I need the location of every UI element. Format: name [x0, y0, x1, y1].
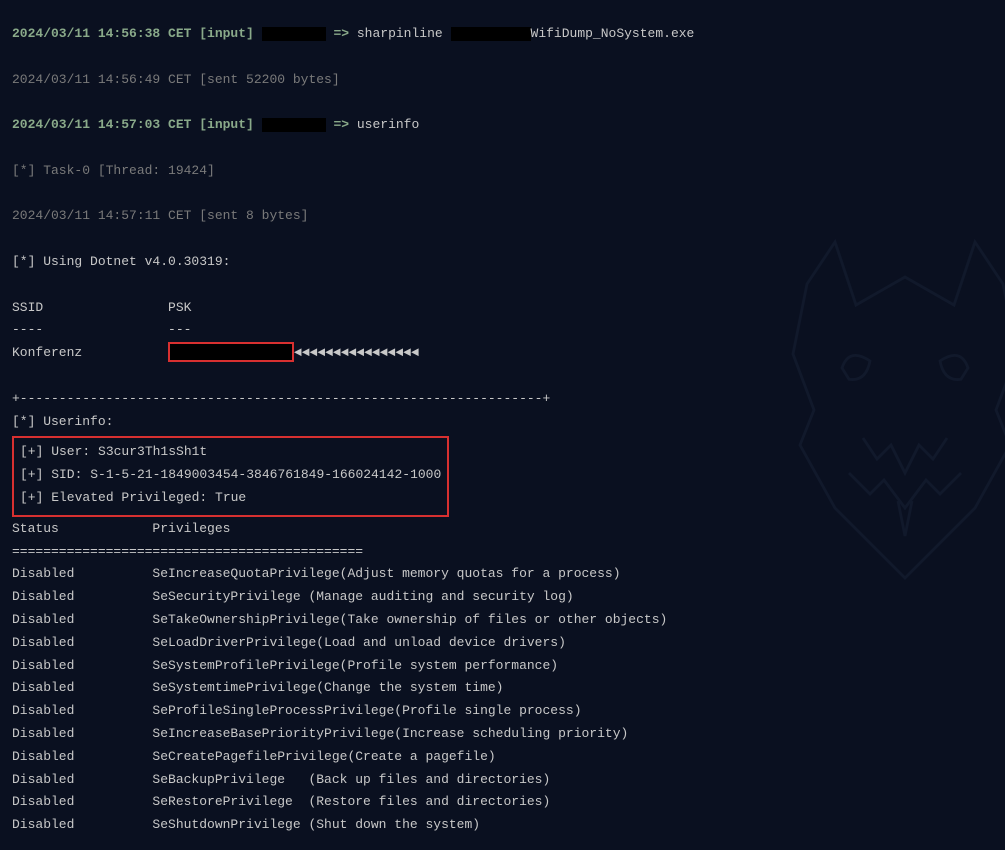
privileges-list: Disabled SeIncreaseQuotaPrivilege(Adjust…	[12, 564, 993, 836]
privilege-row: Disabled SeBackupPrivilege (Back up file…	[12, 770, 993, 791]
privilege-row: Disabled SeShutdownPrivilege (Shut down …	[12, 815, 993, 836]
redacted-box	[262, 27, 326, 41]
redacted-box	[451, 27, 531, 41]
sent-line-2: 2024/03/11 14:57:11 CET [sent 8 bytes]	[12, 206, 993, 227]
task-thread-line: [*] Task-0 [Thread: 19424]	[12, 161, 993, 182]
privilege-row: Disabled SeTakeOwnershipPrivilege(Take o…	[12, 610, 993, 631]
input-line-1: 2024/03/11 14:56:38 CET [input] => sharp…	[12, 24, 993, 45]
privilege-row: Disabled SeCreatePagefilePrivilege(Creat…	[12, 747, 993, 768]
privilege-row: Disabled SeLoadDriverPrivilege(Load and …	[12, 633, 993, 654]
highlight-pointer-icon: ◄◄◄◄◄◄◄◄◄◄◄◄◄◄◄◄	[294, 345, 419, 360]
arrow: =>	[326, 117, 357, 132]
spacer	[12, 92, 993, 113]
spacer	[12, 366, 993, 387]
input-line-2: 2024/03/11 14:57:03 CET [input] => useri…	[12, 115, 993, 136]
privilege-row: Disabled SeSystemProfilePrivilege(Profil…	[12, 656, 993, 677]
divider-line: +---------------------------------------…	[12, 389, 993, 410]
table-header: SSID PSK	[12, 298, 993, 319]
privilege-row: Disabled SeSecurityPrivilege (Manage aud…	[12, 587, 993, 608]
privilege-row: Disabled SeRestorePrivilege (Restore fil…	[12, 792, 993, 813]
redacted-box	[262, 118, 326, 132]
sent-line-1: 2024/03/11 14:56:49 CET [sent 52200 byte…	[12, 70, 993, 91]
ssid-name: Konferenz	[12, 345, 82, 360]
command-text: userinfo	[357, 117, 419, 132]
psk-header: PSK	[168, 300, 191, 315]
exe-name: WifiDump_NoSystem.exe	[531, 26, 695, 41]
spacer	[12, 184, 993, 205]
timestamp-input: 2024/03/11 14:57:03 CET [input]	[12, 117, 254, 132]
ssid-row: Konferenz ◄◄◄◄◄◄◄◄◄◄◄◄◄◄◄◄	[12, 343, 993, 364]
table-sep: ---- ---	[12, 320, 993, 341]
psk-redacted-box	[168, 342, 294, 362]
spacer	[12, 229, 993, 250]
privilege-row: Disabled SeProfileSingleProcessPrivilege…	[12, 701, 993, 722]
privilege-row: Disabled SeIncreaseQuotaPrivilege(Adjust…	[12, 564, 993, 585]
equals-line: ========================================…	[12, 542, 993, 563]
ssid-sep: ----	[12, 322, 43, 337]
userinfo-highlight-block: [+] User: S3cur3Th1sSh1t [+] SID: S-1-5-…	[12, 436, 449, 516]
sid-line: [+] SID: S-1-5-21-1849003454-3846761849-…	[20, 465, 441, 486]
userinfo-header: [*] Userinfo:	[12, 412, 993, 433]
arrow: =>	[326, 26, 357, 41]
dotnet-line: [*] Using Dotnet v4.0.30319:	[12, 252, 993, 273]
terminal-output: 2024/03/11 14:56:38 CET [input] => sharp…	[0, 0, 1005, 850]
user-line: [+] User: S3cur3Th1sSh1t	[20, 442, 441, 463]
elevated-line: [+] Elevated Privileged: True	[20, 488, 441, 509]
status-header: Status Privileges	[12, 519, 993, 540]
privilege-row: Disabled SeIncreaseBasePriorityPrivilege…	[12, 724, 993, 745]
psk-sep: ---	[168, 322, 191, 337]
spacer	[12, 138, 993, 159]
spacer	[12, 47, 993, 68]
spacer	[12, 275, 993, 296]
timestamp-input: 2024/03/11 14:56:38 CET [input]	[12, 26, 254, 41]
command-text: sharpinline	[357, 26, 443, 41]
privilege-row: Disabled SeSystemtimePrivilege(Change th…	[12, 678, 993, 699]
ssid-header: SSID	[12, 300, 43, 315]
